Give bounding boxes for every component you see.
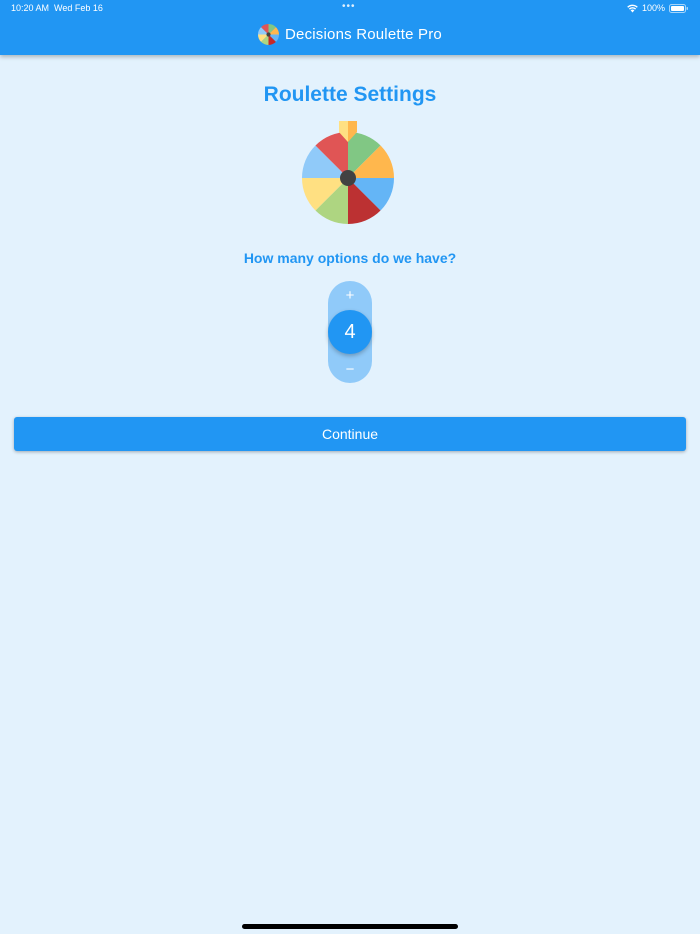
- page-title: Roulette Settings: [263, 83, 437, 106]
- increment-button[interactable]: +: [328, 287, 372, 305]
- multitasking-dots[interactable]: •••: [342, 1, 356, 12]
- decrement-button[interactable]: −: [328, 361, 372, 379]
- status-right: 100%: [627, 3, 689, 13]
- options-question: How many options do we have?: [243, 250, 457, 266]
- continue-button[interactable]: Continue: [14, 417, 686, 451]
- battery-icon: [669, 3, 689, 13]
- home-indicator[interactable]: [242, 924, 458, 929]
- status-time: 10:20 AM Wed Feb 16: [11, 3, 103, 13]
- battery-percent: 100%: [641, 3, 665, 13]
- roulette-wheel-icon: [298, 119, 398, 225]
- app-bar: 10:20 AM Wed Feb 16 ••• 100% Decisions R…: [0, 0, 700, 55]
- options-count-value: 4: [328, 310, 372, 354]
- app-title: Decisions Roulette Pro: [285, 26, 442, 43]
- options-stepper: + 4 −: [328, 281, 372, 383]
- wifi-icon: [627, 4, 638, 13]
- roulette-wheel-icon: [258, 24, 279, 45]
- app-title-group: Decisions Roulette Pro: [0, 24, 700, 45]
- status-date: Wed Feb 16: [54, 3, 103, 13]
